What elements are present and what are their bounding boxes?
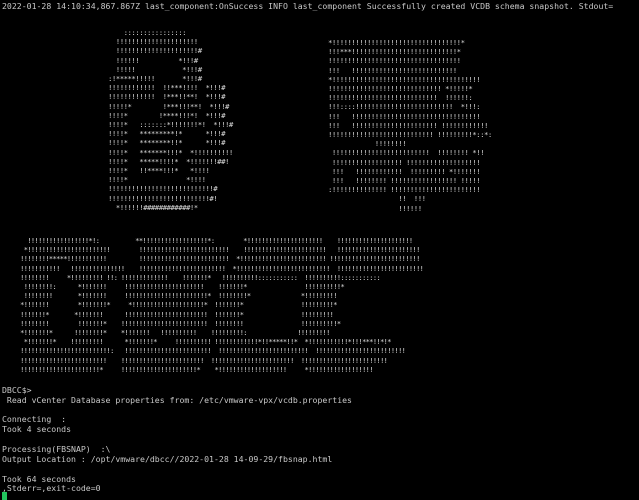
shell-prompt: DBCC$>: [2, 385, 32, 395]
connecting-line: Connecting :: [2, 414, 67, 424]
log-line: 2022-01-28 14:10:34,867.867Z last_compon…: [2, 1, 614, 11]
terminal-window[interactable]: 2022-01-28 14:10:34,867.867Z last_compon…: [0, 0, 639, 500]
processing-line: Processing(FBSNAP) :\: [2, 444, 111, 454]
output-location-line: Output Location : /opt/vmware/dbcc//2022…: [2, 454, 333, 464]
read-properties-line: Read vCenter Database properties from: /…: [2, 395, 352, 405]
banner-db-left: :::::::::::::::: !!!!!!!!!!!!!!!!!!!!! !…: [108, 28, 233, 212]
took-line-1: Took 4 seconds: [2, 424, 72, 434]
stderr-line: ,Stderr=,exit-code=0: [2, 483, 101, 493]
banner-dbcc: !!!!!!!!!!!!!!!!!*!: **!!!!!!!!!!!!!!!!!…: [20, 236, 424, 374]
banner-db-right: *!!!!!!!!!!!!!!!!!!!!!!!!!!!!!!!!!* !!!*…: [328, 38, 492, 213]
terminal-cursor: [2, 492, 7, 500]
